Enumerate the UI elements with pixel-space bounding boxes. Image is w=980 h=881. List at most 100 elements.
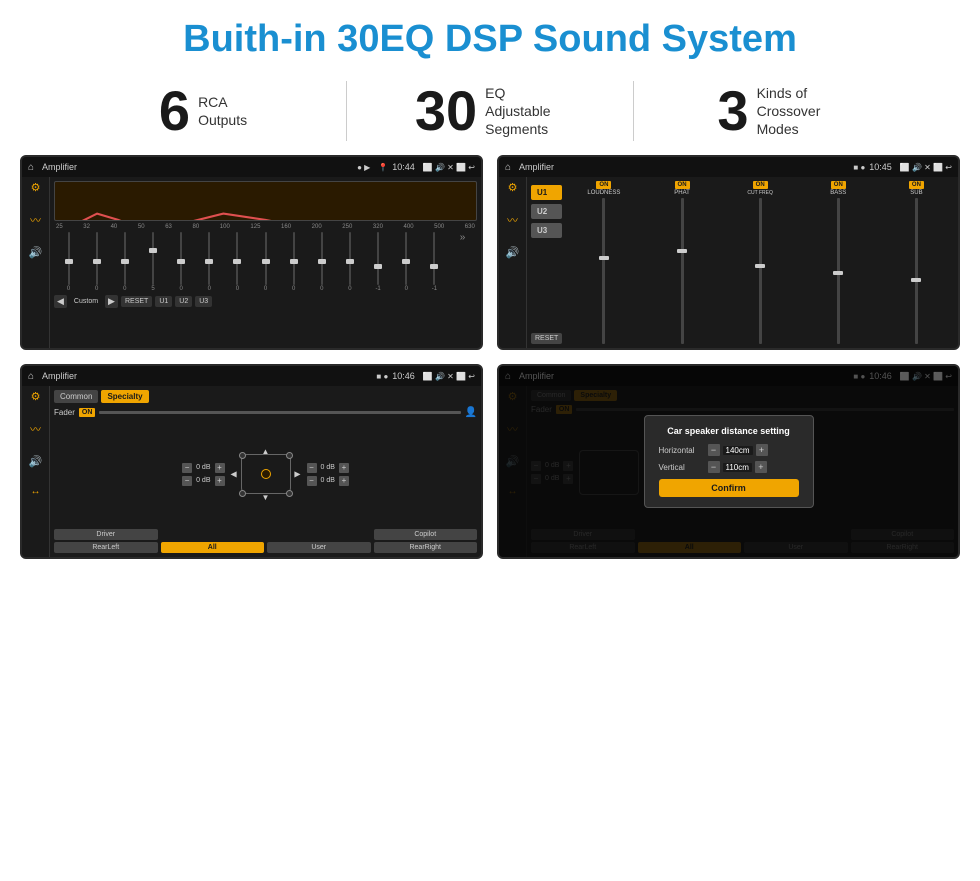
slider-2[interactable]: 0 [84,232,109,292]
phat-label: PHAT [674,190,690,196]
rr-minus[interactable]: − [307,476,317,486]
specialty-adjust-icon[interactable]: ↔ [31,486,41,497]
eq-home-icon[interactable]: ⌂ [28,162,34,173]
vertical-plus[interactable]: + [755,461,767,473]
fader-slider[interactable] [99,411,460,414]
crossover-content: ⚙ 〰 🔊 U1 U2 U3 RESET ON [499,177,958,348]
bass-label: BASS [830,190,846,196]
fr-plus[interactable]: + [339,463,349,473]
phat-slider[interactable] [681,198,684,344]
stat-label-crossover: Kinds of Crossover Modes [757,84,837,139]
eq-u3-btn[interactable]: U3 [195,296,212,307]
slider-1[interactable]: 0 [56,232,81,292]
eq-screen-title: Amplifier [42,162,349,172]
rl-plus[interactable]: + [215,476,225,486]
loudness-slider[interactable] [602,198,605,344]
eq-wave-icon[interactable]: 〰 [30,212,41,228]
slider-10[interactable]: 0 [309,232,334,292]
crossover-home-icon[interactable]: ⌂ [505,162,511,173]
crossover-left-sidebar: ⚙ 〰 🔊 [499,177,527,348]
slider-12[interactable]: -1 [366,232,391,292]
eq-dot-icons: ● ▶ [357,163,370,172]
vertical-minus[interactable]: − [708,461,720,473]
ctrl-cutfreq: ON CUT FREQ [723,181,798,344]
slider-5[interactable]: 0 [169,232,194,292]
specialty-left-sidebar: ⚙ 〰 🔊 ↔ [22,386,50,557]
cutfreq-slider[interactable] [759,198,762,344]
crossover-filter-icon[interactable]: ⚙ [508,181,518,194]
screens-grid: ⌂ Amplifier ● ▶ 📍 10:44 ⬜ 🔊 ✕ ⬜ ↩ ⚙ 〰 🔊 [0,155,980,569]
dialog-screen-wrapper: ⌂ Amplifier ■ ● 10:46 ⬜ 🔊 ✕ ⬜ ↩ ⚙ 〰 🔊 ↔ … [497,364,960,559]
eq-reset-btn[interactable]: RESET [121,296,152,307]
fader-label: Fader [54,408,75,417]
crossover-time: 10:45 [869,162,892,172]
fl-plus[interactable]: + [215,463,225,473]
vertical-control: − 110cm + [708,461,767,473]
u2-btn[interactable]: U2 [531,204,562,219]
specialty-speaker-icon[interactable]: 🔊 [29,455,43,468]
eq-u1-btn[interactable]: U1 [155,296,172,307]
rl-minus[interactable]: − [182,476,192,486]
sub-slider[interactable] [915,198,918,344]
sub-on: ON [909,181,924,189]
specialty-filter-icon[interactable]: ⚙ [31,390,41,403]
eq-filter-icon[interactable]: ⚙ [31,181,41,194]
specialty-screen-wrapper: ⌂ Amplifier ■ ● 10:46 ⬜ 🔊 ✕ ⬜ ↩ ⚙ 〰 🔊 ↔ … [20,364,483,559]
fr-minus[interactable]: − [307,463,317,473]
eq-preset-label: Custom [70,296,102,307]
tab-common[interactable]: Common [54,390,98,403]
fl-minus[interactable]: − [182,463,192,473]
horizontal-row: Horizontal − 140cm + [659,444,799,456]
eq-prev-btn[interactable]: ◀ [54,295,67,308]
slider-11[interactable]: 0 [337,232,362,292]
tab-specialty[interactable]: Specialty [101,390,148,403]
eq-location-icon: 📍 [378,163,388,172]
empty-btn-1 [161,529,265,540]
rearleft-btn[interactable]: RearLeft [54,542,158,553]
loudness-on: ON [596,181,611,189]
crossover-status-bar: ⌂ Amplifier ■ ● 10:45 ⬜ 🔊 ✕ ⬜ ↩ [499,157,958,177]
driver-btn[interactable]: Driver [54,529,158,540]
all-btn[interactable]: All [161,542,265,553]
specialty-status-bar: ⌂ Amplifier ■ ● 10:46 ⬜ 🔊 ✕ ⬜ ↩ [22,366,481,386]
ctrl-phat: ON PHAT [644,181,719,344]
slider-14[interactable]: -1 [422,232,447,292]
horizontal-plus[interactable]: + [756,444,768,456]
eq-arrow[interactable]: » [450,232,475,292]
slider-4[interactable]: 5 [140,232,165,292]
confirm-button[interactable]: Confirm [659,479,799,497]
eq-status-bar: ⌂ Amplifier ● ▶ 📍 10:44 ⬜ 🔊 ✕ ⬜ ↩ [22,157,481,177]
copilot-btn[interactable]: Copilot [374,529,478,540]
u1-btn[interactable]: U1 [531,185,562,200]
rearright-btn[interactable]: RearRight [374,542,478,553]
u3-btn[interactable]: U3 [531,223,562,238]
crossover-main: U1 U2 U3 RESET ON LOUDNESS [527,177,958,348]
slider-6[interactable]: 0 [197,232,222,292]
eq-u2-btn[interactable]: U2 [175,296,192,307]
page-title: Buith-in 30EQ DSP Sound System [0,0,980,71]
crossover-speaker-icon[interactable]: 🔊 [506,246,520,259]
eq-next-btn[interactable]: ▶ [105,295,118,308]
dialog-screen: ⌂ Amplifier ■ ● 10:46 ⬜ 🔊 ✕ ⬜ ↩ ⚙ 〰 🔊 ↔ … [497,364,960,559]
freq-250: 250 [342,224,352,230]
crossover-wave-icon[interactable]: 〰 [507,212,518,228]
rr-plus[interactable]: + [339,476,349,486]
user-btn[interactable]: User [267,542,371,553]
slider-13[interactable]: 0 [394,232,419,292]
horizontal-minus[interactable]: − [708,444,720,456]
crossover-reset-btn[interactable]: RESET [531,333,562,344]
eq-speaker-icon[interactable]: 🔊 [29,246,43,259]
bass-slider[interactable] [837,198,840,344]
specialty-home-icon[interactable]: ⌂ [28,371,34,382]
dialog-box: Car speaker distance setting Horizontal … [644,415,814,508]
stat-crossover: 3 Kinds of Crossover Modes [634,83,920,139]
slider-7[interactable]: 0 [225,232,250,292]
freq-25: 25 [56,224,63,230]
slider-9[interactable]: 0 [281,232,306,292]
slider-3[interactable]: 0 [112,232,137,292]
bottom-buttons-2: RearLeft All User RearRight [54,542,477,553]
freq-32: 32 [83,224,90,230]
specialty-wave-icon[interactable]: 〰 [30,421,41,437]
bottom-buttons: Driver Copilot [54,529,477,540]
slider-8[interactable]: 0 [253,232,278,292]
